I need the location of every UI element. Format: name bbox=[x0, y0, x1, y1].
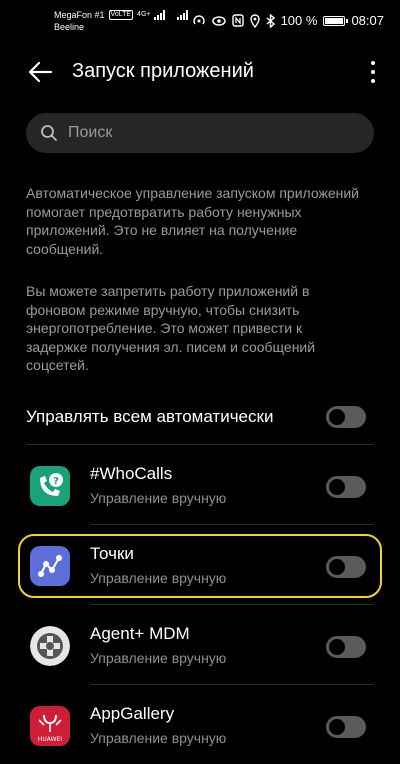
whocalls-icon: ? bbox=[30, 466, 70, 506]
svg-text:?: ? bbox=[53, 476, 59, 487]
carrier-2-label: Beeline bbox=[54, 22, 85, 32]
app-name: AppGallery bbox=[90, 704, 175, 723]
manage-all-label: Управлять всем автоматически bbox=[26, 407, 274, 426]
search-bar[interactable] bbox=[26, 113, 374, 153]
search-icon bbox=[41, 125, 57, 141]
bluetooth-icon bbox=[266, 13, 275, 28]
appgallery-icon: HUAWEI bbox=[30, 706, 70, 746]
back-arrow-icon[interactable] bbox=[26, 58, 54, 86]
divider bbox=[26, 444, 374, 445]
battery-icon bbox=[323, 15, 349, 26]
app-row-appgallery[interactable]: HUAWEI AppGallery Управление вручную bbox=[26, 692, 374, 756]
app-toggle-agent-mdm[interactable] bbox=[326, 636, 366, 658]
battery-percent: 100 % bbox=[280, 13, 318, 28]
more-options-icon[interactable] bbox=[368, 58, 378, 86]
page-title: Запуск приложений bbox=[72, 60, 254, 82]
divider bbox=[90, 684, 374, 685]
agent-mdm-icon bbox=[30, 626, 70, 666]
nfc-icon bbox=[231, 14, 244, 27]
app-toggle-whocalls[interactable] bbox=[326, 476, 366, 498]
eye-icon bbox=[211, 15, 226, 26]
divider bbox=[90, 524, 374, 525]
app-status: Управление вручную bbox=[90, 730, 227, 746]
app-row-agent-mdm[interactable]: Agent+ MDM Управление вручную bbox=[26, 612, 374, 676]
signal-icon bbox=[154, 10, 166, 20]
app-name: Agent+ MDM bbox=[90, 624, 190, 643]
manage-all-toggle[interactable] bbox=[326, 406, 366, 428]
description-auto: Автоматическое управление запуском прило… bbox=[26, 185, 359, 257]
location-icon bbox=[249, 13, 260, 28]
app-row-whocalls[interactable]: ? #WhoCalls Управление вручную bbox=[26, 452, 374, 516]
highlight-outline bbox=[18, 534, 382, 598]
volte-badge: VoLTE bbox=[108, 10, 134, 20]
huawei-icon-text: HUAWEI bbox=[38, 736, 62, 743]
carrier-1-label: MegaFon #1 bbox=[54, 10, 105, 20]
description-manual: Вы можете запретить работу приложений в … bbox=[26, 283, 316, 373]
divider bbox=[90, 604, 374, 605]
signal-2-icon bbox=[177, 10, 189, 20]
app-name: #WhoCalls bbox=[90, 464, 173, 483]
carrier-info: MegaFon #1 VoLTE 4G+ Beeline bbox=[54, 9, 189, 33]
manage-all-row[interactable]: Управлять всем автоматически bbox=[26, 402, 374, 434]
app-status: Управление вручную bbox=[90, 490, 227, 506]
clock: 08:07 bbox=[351, 13, 384, 28]
network-type-label: 4G+ bbox=[137, 11, 151, 18]
status-icons: 100 % 08:07 bbox=[192, 13, 384, 28]
app-toggle-appgallery[interactable] bbox=[326, 716, 366, 738]
app-bar: Запуск приложений bbox=[0, 50, 400, 94]
status-bar: MegaFon #1 VoLTE 4G+ Beeline 100 % 08:07 bbox=[0, 0, 400, 44]
search-input[interactable] bbox=[66, 123, 350, 143]
hotspot-icon bbox=[192, 14, 205, 24]
app-status: Управление вручную bbox=[90, 650, 227, 666]
